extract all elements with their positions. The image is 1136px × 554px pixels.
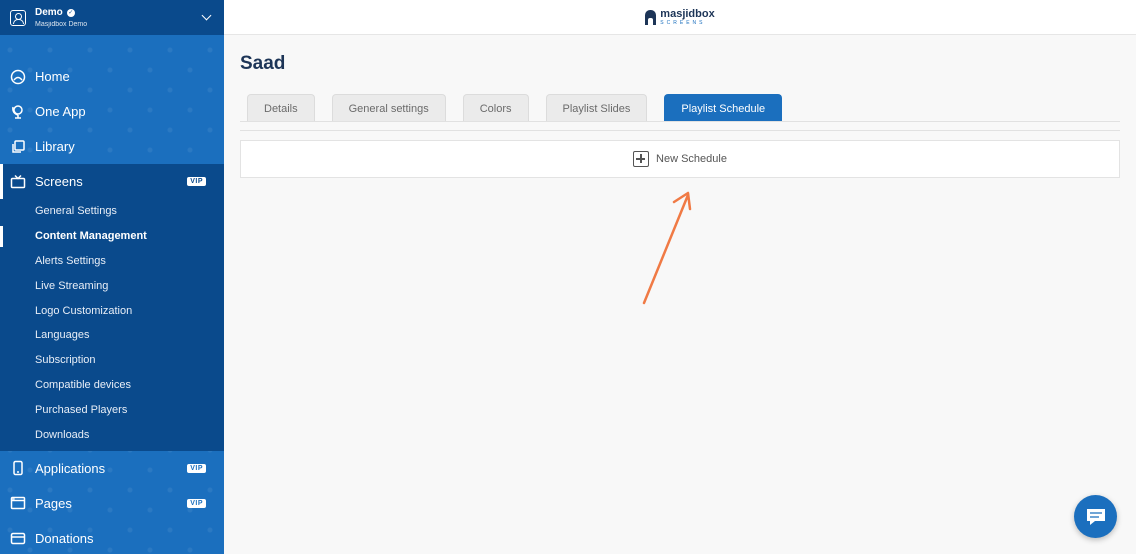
nav-label: Applications xyxy=(35,460,106,476)
plus-square-icon xyxy=(633,151,650,167)
verified-icon: ✓ xyxy=(66,8,75,17)
submenu-item-subscription[interactable]: Subscription xyxy=(0,348,224,373)
top-bar: masjidbox SCREENS xyxy=(224,0,1136,35)
brand-logo[interactable]: masjidbox SCREENS xyxy=(645,7,715,26)
submenu-item-purchased-players[interactable]: Purchased Players xyxy=(0,397,224,422)
screens-submenu: General Settings Content Management Aler… xyxy=(0,199,224,451)
annotation-arrow xyxy=(642,191,692,305)
vip-badge: VIP xyxy=(187,463,206,473)
user-icon xyxy=(10,9,26,26)
nav-item-home[interactable]: Home xyxy=(0,59,224,94)
tab-colors[interactable]: Colors xyxy=(462,94,529,122)
brand-name: masjidbox xyxy=(660,7,715,20)
phone-icon xyxy=(10,460,26,476)
account-name: Demo xyxy=(35,6,63,18)
submenu-item-content-management[interactable]: Content Management xyxy=(0,224,224,249)
section-divider xyxy=(240,130,1120,131)
tv-icon xyxy=(10,174,26,190)
nav-label: Screens xyxy=(35,174,83,189)
tab-bar: Details General settings Colors Playlist… xyxy=(247,94,783,122)
new-schedule-label: New Schedule xyxy=(656,153,727,165)
submenu-item-general-settings[interactable]: General Settings xyxy=(0,199,224,224)
submenu-item-compatible-devices[interactable]: Compatible devices xyxy=(0,373,224,398)
sidebar: Demo ✓ Masjidbox Demo Home One App Libra… xyxy=(0,0,224,554)
nav-label: One App xyxy=(35,104,86,119)
nav-item-one-app[interactable]: One App xyxy=(0,94,224,129)
nav-label: Pages xyxy=(35,495,72,511)
submenu-item-live-streaming[interactable]: Live Streaming xyxy=(0,273,224,298)
submenu-item-alerts-settings[interactable]: Alerts Settings xyxy=(0,249,224,274)
masjid-logo-icon xyxy=(645,9,657,25)
submenu-item-languages[interactable]: Languages xyxy=(0,323,224,348)
page-title: Saad xyxy=(240,53,286,74)
tab-playlist-schedule[interactable]: Playlist Schedule xyxy=(664,94,783,122)
nav-label: Home xyxy=(35,69,70,84)
wallet-icon xyxy=(10,530,26,546)
vip-badge: VIP xyxy=(187,177,206,186)
home-icon xyxy=(10,69,26,85)
account-subtitle: Masjidbox Demo xyxy=(35,20,88,28)
nav-item-screens[interactable]: Screens VIP xyxy=(0,164,224,199)
nav-item-library[interactable]: Library xyxy=(0,129,224,164)
library-icon xyxy=(10,139,26,155)
account-switcher[interactable]: Demo ✓ Masjidbox Demo xyxy=(0,0,224,35)
main-nav: Home One App Library Screens VIP General… xyxy=(0,35,224,554)
main-content: Saad Details General settings Colors Pla… xyxy=(224,35,1136,554)
nav-item-applications[interactable]: Applications VIP xyxy=(0,451,224,486)
nav-label: Donations xyxy=(35,530,94,546)
chat-icon xyxy=(1086,508,1105,525)
submenu-item-logo-customization[interactable]: Logo Customization xyxy=(0,298,224,323)
nav-item-donations[interactable]: Donations xyxy=(0,521,224,554)
tab-general-settings[interactable]: General settings xyxy=(331,94,446,122)
nav-label: Library xyxy=(35,139,75,154)
brand-sub: SCREENS xyxy=(660,19,706,26)
account-info: Demo ✓ Masjidbox Demo xyxy=(35,6,203,28)
submenu-item-downloads[interactable]: Downloads xyxy=(0,422,224,447)
vip-badge: VIP xyxy=(187,498,206,508)
browser-icon xyxy=(10,495,26,511)
tab-divider xyxy=(240,121,1120,122)
tab-details[interactable]: Details xyxy=(247,94,315,122)
nav-item-pages[interactable]: Pages VIP xyxy=(0,486,224,521)
chat-launcher-button[interactable] xyxy=(1074,495,1117,538)
globe-stand-icon xyxy=(10,104,26,120)
chevron-down-icon[interactable] xyxy=(201,10,212,21)
tab-playlist-slides[interactable]: Playlist Slides xyxy=(545,94,648,122)
new-schedule-button[interactable]: New Schedule xyxy=(240,140,1120,178)
